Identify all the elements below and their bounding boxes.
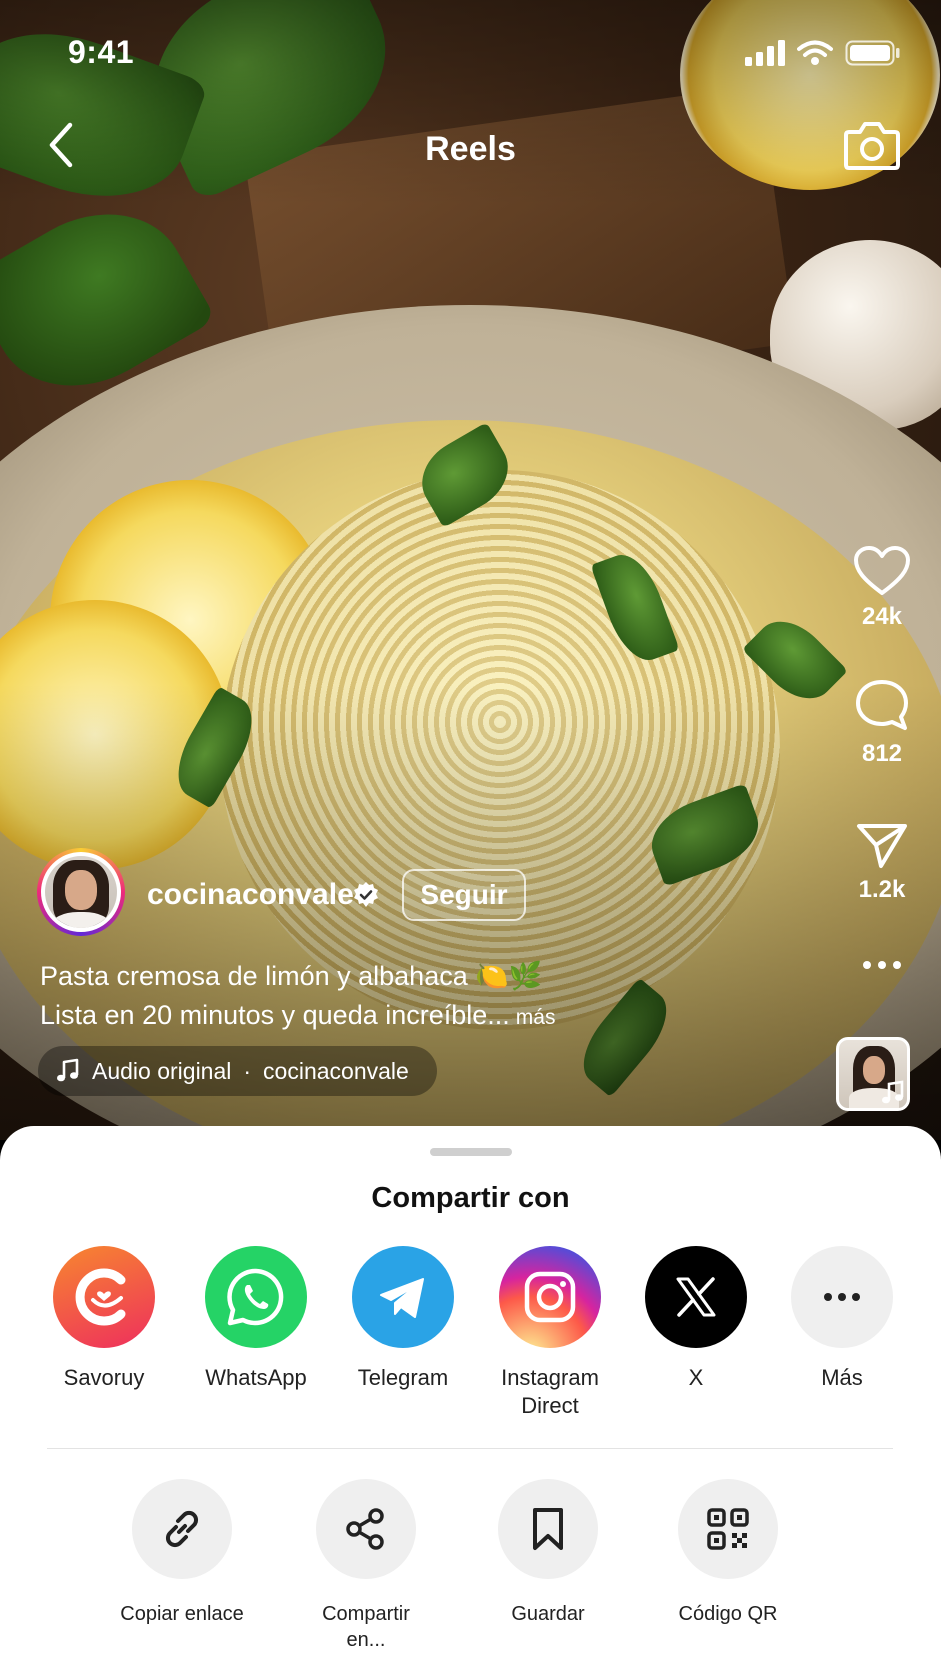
x-icon xyxy=(645,1246,747,1348)
audio-separator: · xyxy=(243,1057,252,1084)
whatsapp-icon xyxy=(205,1246,307,1348)
qr-code-icon xyxy=(678,1479,778,1579)
more-horizontal-icon xyxy=(863,961,901,969)
like-count: 24k xyxy=(861,603,903,630)
share-sheet: Compartir con Savoruy WhatsApp Telegram … xyxy=(0,1126,941,1672)
like-button[interactable]: 24k xyxy=(849,545,915,631)
more-icon xyxy=(791,1246,893,1348)
share-app-telegram[interactable]: Telegram xyxy=(333,1246,473,1392)
save-button[interactable]: Guardar xyxy=(463,1479,633,1627)
send-icon xyxy=(857,824,907,868)
bookmark-icon xyxy=(498,1479,598,1579)
share-app-label: Savoruy xyxy=(63,1365,145,1390)
savoruy-icon xyxy=(53,1246,155,1348)
audio-thumbnail[interactable] xyxy=(836,1037,910,1111)
comment-count: 812 xyxy=(861,740,903,767)
music-note-icon xyxy=(882,1080,904,1104)
heart-icon xyxy=(854,546,910,595)
audio-label: Audio original xyxy=(92,1057,232,1084)
share-sheet-title: Compartir con xyxy=(371,1182,570,1214)
instagram-icon xyxy=(499,1246,601,1348)
share-app-more[interactable]: Más xyxy=(772,1246,912,1392)
qr-code-label: Código QR xyxy=(678,1603,778,1625)
share-app-label: Más xyxy=(821,1365,863,1390)
more-options-button[interactable] xyxy=(849,958,915,972)
caption-text: Lista en 20 minutos y queda increíble... xyxy=(40,1000,510,1030)
share-app-whatsapp[interactable]: WhatsApp xyxy=(186,1246,326,1392)
status-time: 9:41 xyxy=(68,34,135,70)
reels-screen: 9:41 Reels 24k 812 1.2k cocinaconvale Se… xyxy=(0,0,941,1672)
page-title: Reels xyxy=(425,130,516,168)
camera-button[interactable] xyxy=(843,118,901,172)
author-avatar[interactable] xyxy=(37,848,125,936)
audio-pill[interactable]: Audio original · cocinaconvale xyxy=(38,1046,437,1096)
share-app-label: X xyxy=(688,1365,704,1390)
copy-link-label: Copiar enlace xyxy=(120,1603,244,1625)
share-app-label: WhatsApp xyxy=(205,1365,307,1390)
save-label: Guardar xyxy=(511,1603,585,1625)
comment-button[interactable]: 812 xyxy=(849,678,915,768)
caption-line-1: Pasta cremosa de limón y albahaca 🍋🌿 xyxy=(40,961,543,991)
share-count: 1.2k xyxy=(858,876,906,903)
signal-icon xyxy=(745,40,785,66)
caption-line-2: Lista en 20 minutos y queda increíble...… xyxy=(40,1000,555,1031)
qr-code-button[interactable]: Código QR xyxy=(643,1479,813,1627)
share-in-label: Compartir en... xyxy=(322,1603,410,1651)
link-icon xyxy=(132,1479,232,1579)
share-sheet-divider xyxy=(47,1448,893,1449)
share-app-label: Instagram Direct xyxy=(501,1365,599,1418)
caption-more-link[interactable]: más xyxy=(516,1006,556,1029)
copy-link-button[interactable]: Copiar enlace xyxy=(97,1479,267,1627)
verified-badge-icon xyxy=(354,882,378,907)
share-app-x[interactable]: X xyxy=(626,1246,766,1392)
telegram-icon xyxy=(352,1246,454,1348)
share-app-savoruy[interactable]: Savoruy xyxy=(34,1246,174,1392)
share-icon xyxy=(316,1479,416,1579)
author-username[interactable]: cocinaconvale xyxy=(147,878,354,912)
status-icons xyxy=(745,40,901,66)
follow-button[interactable]: Seguir xyxy=(402,869,526,921)
share-in-button[interactable]: Compartir en... xyxy=(281,1479,451,1653)
sheet-drag-handle[interactable] xyxy=(430,1148,512,1156)
camera-icon xyxy=(844,122,900,170)
wifi-icon xyxy=(797,40,833,65)
share-app-instagram-direct[interactable]: Instagram Direct xyxy=(480,1246,620,1420)
music-note-icon xyxy=(57,1058,79,1082)
comment-icon xyxy=(856,680,908,730)
battery-icon xyxy=(845,40,900,66)
audio-author: cocinaconvale xyxy=(263,1057,409,1084)
share-button[interactable]: 1.2k xyxy=(849,820,915,904)
share-app-label: Telegram xyxy=(357,1365,449,1390)
